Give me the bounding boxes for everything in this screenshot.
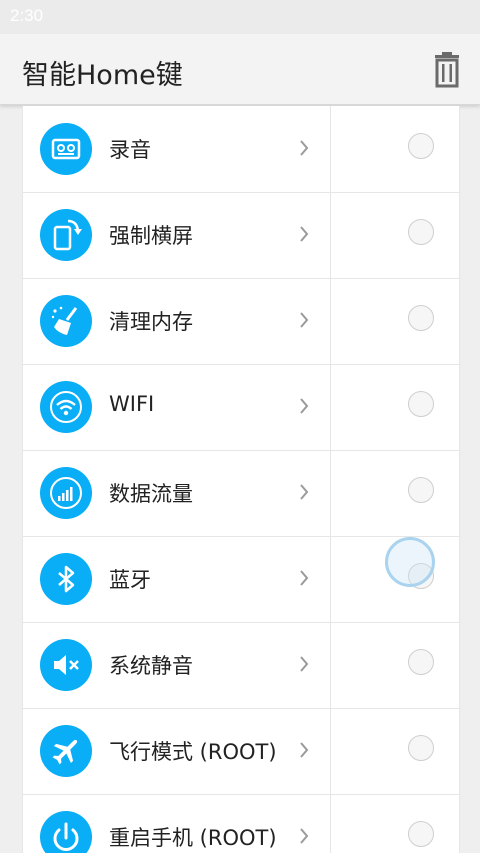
airplane-icon [40,725,92,777]
recorder-icon [40,123,92,175]
chevron-right-icon [300,656,309,672]
bluetooth-icon [40,553,92,605]
shortcut-list: 录音 强制横屏 清理内存 WIFI 数据流量 蓝牙 系统静音 飞行模式 (ROO… [22,106,460,853]
radio-button[interactable] [408,133,434,159]
item-label: 清理内存 [109,310,193,334]
broom-clean-icon [40,295,92,347]
divider [330,536,331,622]
chevron-right-icon [300,140,309,156]
list-item-mute[interactable]: 系统静音 [23,622,459,709]
list-item-recorder[interactable]: 录音 [23,106,459,193]
chevron-right-icon [300,398,309,414]
trash-icon[interactable] [430,51,464,89]
list-item-airplane-mode[interactable]: 飞行模式 (ROOT) [23,708,459,795]
rotate-screen-icon [40,209,92,261]
radio-button[interactable] [408,477,434,503]
mute-speaker-icon [40,639,92,691]
chevron-right-icon [300,570,309,586]
list-item-wifi[interactable]: WIFI [23,364,459,451]
radio-button[interactable] [408,821,434,847]
divider [330,364,331,450]
list-item-reboot[interactable]: 重启手机 (ROOT) [23,794,459,853]
item-label: 蓝牙 [109,568,151,592]
item-label: 数据流量 [109,482,193,506]
item-label: 录音 [109,138,151,162]
chevron-right-icon [300,828,309,844]
chevron-right-icon [300,226,309,242]
chevron-right-icon [300,742,309,758]
radio-button[interactable] [408,305,434,331]
page-title: 智能Home键 [22,60,183,91]
list-item-mobile-data[interactable]: 数据流量 [23,450,459,537]
list-item-rotate-screen[interactable]: 强制横屏 [23,192,459,279]
divider [330,708,331,794]
divider [330,106,331,192]
divider [330,450,331,536]
radio-button[interactable] [408,391,434,417]
chevron-right-icon [300,312,309,328]
radio-button[interactable] [408,649,434,675]
power-icon [40,811,92,853]
status-time: 2:30 [10,6,44,25]
touch-ripple [385,537,435,587]
signal-bars-icon [40,467,92,519]
item-label: 强制横屏 [109,224,193,248]
item-label: WIFI [109,392,155,416]
item-label: 系统静音 [109,654,193,678]
divider [330,622,331,708]
divider [330,794,331,853]
list-item-clean-memory[interactable]: 清理内存 [23,278,459,365]
item-label: 重启手机 (ROOT) [109,826,277,850]
app-bar: 智能Home键 [0,34,480,105]
chevron-right-icon [300,484,309,500]
radio-button[interactable] [408,735,434,761]
item-label: 飞行模式 (ROOT) [109,740,277,764]
status-bar: 2:30 [0,0,480,34]
divider [330,192,331,278]
divider [330,278,331,364]
wifi-icon [40,381,92,433]
radio-button[interactable] [408,219,434,245]
